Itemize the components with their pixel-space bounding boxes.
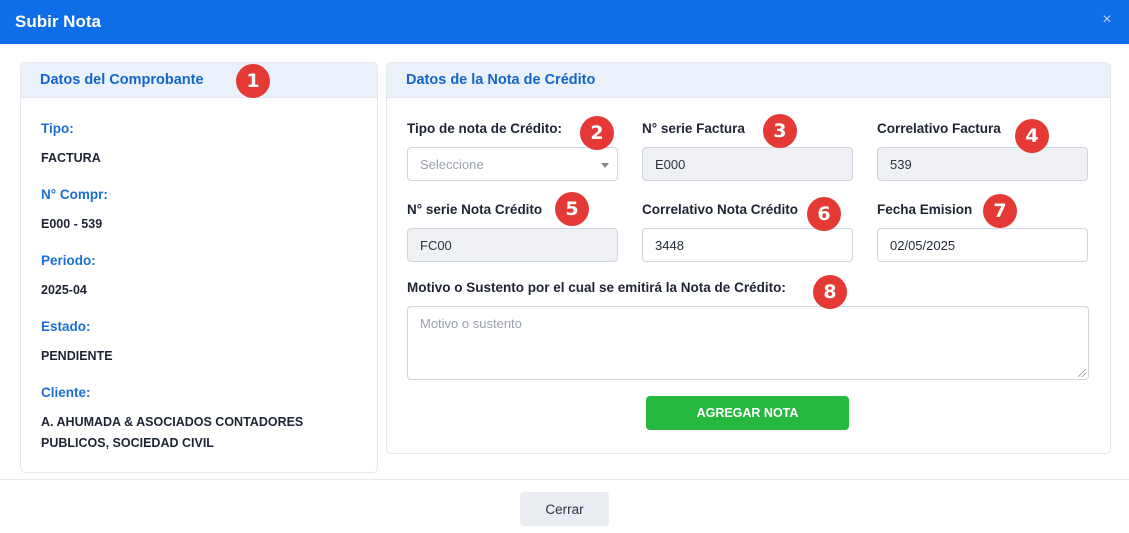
- motivo-textarea[interactable]: Motivo o sustento: [407, 306, 1089, 380]
- serie-factura-field: E000: [642, 147, 853, 181]
- agregar-nota-button[interactable]: AGREGAR NOTA: [646, 396, 849, 430]
- resize-handle-icon[interactable]: [1078, 369, 1086, 377]
- periodo-value: 2025-04: [41, 283, 87, 297]
- nota-credito-card-header: Datos de la Nota de Crédito: [387, 63, 1110, 98]
- comprobante-card-title: Datos del Comprobante: [40, 72, 204, 88]
- tipo-nota-label: Tipo de nota de Crédito:: [407, 121, 562, 136]
- comprobante-label: N° Compr:: [41, 187, 108, 202]
- correlativo-factura-field: 539: [877, 147, 1088, 181]
- fecha-emision-value: 02/05/2025: [890, 237, 956, 253]
- motivo-label: Motivo o Sustento por el cual se emitirá…: [407, 280, 786, 295]
- annotation-badge-1: 1: [236, 64, 270, 98]
- annotation-badge-7: 7: [983, 194, 1017, 228]
- annotation-badge-6: 6: [807, 197, 841, 231]
- annotation-badge-2: 2: [580, 116, 614, 150]
- close-icon[interactable]: ×: [1099, 12, 1115, 28]
- motivo-placeholder: Motivo o sustento: [420, 316, 522, 331]
- serie-factura-label: N° serie Factura: [642, 121, 745, 136]
- serie-nota-label: N° serie Nota Crédito: [407, 202, 543, 217]
- correlativo-factura-value: 539: [890, 156, 912, 172]
- comprobante-card: Datos del Comprobante Tipo: FACTURA N° C…: [20, 62, 378, 473]
- annotation-badge-8: 8: [813, 275, 847, 309]
- cerrar-button[interactable]: Cerrar: [520, 492, 609, 526]
- estado-value: PENDIENTE: [41, 349, 113, 363]
- comprobante-value: E000 - 539: [41, 217, 103, 231]
- cliente-label: Cliente:: [41, 385, 91, 400]
- nota-credito-card-title: Datos de la Nota de Crédito: [406, 72, 596, 88]
- serie-nota-field: FC00: [407, 228, 618, 262]
- correlativo-nota-label: Correlativo Nota Crédito: [642, 202, 799, 217]
- annotation-badge-3: 3: [763, 114, 797, 148]
- tipo-nota-select[interactable]: Seleccione: [407, 147, 618, 181]
- correlativo-factura-label: Correlativo Factura: [877, 121, 1001, 136]
- estado-label: Estado:: [41, 319, 91, 334]
- correlativo-nota-value: 3448: [655, 237, 684, 253]
- annotation-badge-4: 4: [1015, 119, 1049, 153]
- tipo-nota-selected: Seleccione: [420, 156, 484, 172]
- correlativo-nota-input[interactable]: 3448: [642, 228, 853, 262]
- cliente-value-line2: PUBLICOS, SOCIEDAD CIVIL: [41, 436, 214, 450]
- fecha-emision-label: Fecha Emision: [877, 202, 973, 217]
- modal-header: Subir Nota ×: [0, 0, 1129, 44]
- serie-nota-value: FC00: [420, 237, 452, 253]
- serie-factura-value: E000: [655, 156, 686, 172]
- annotation-badge-5: 5: [555, 192, 589, 226]
- periodo-label: Periodo:: [41, 253, 96, 268]
- footer-divider: [0, 479, 1129, 480]
- cliente-value-line1: A. AHUMADA & ASOCIADOS CONTADORES: [41, 415, 304, 429]
- fecha-emision-input[interactable]: 02/05/2025: [877, 228, 1088, 262]
- modal-title: Subir Nota: [15, 12, 101, 31]
- comprobante-card-header: Datos del Comprobante: [21, 63, 377, 98]
- tipo-label: Tipo:: [41, 121, 74, 136]
- tipo-value: FACTURA: [41, 151, 101, 165]
- chevron-down-icon: [601, 163, 609, 168]
